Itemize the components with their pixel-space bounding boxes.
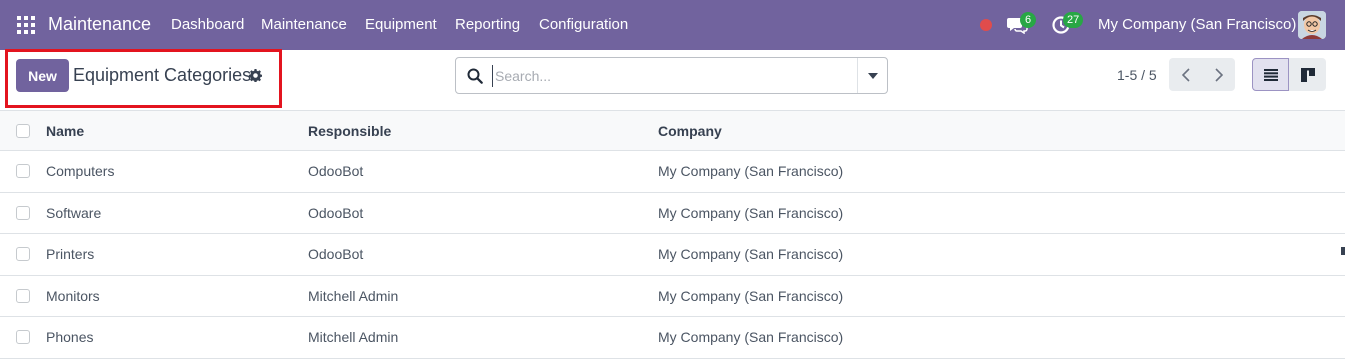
cell-responsible: Mitchell Admin (308, 329, 399, 346)
row-checkbox[interactable] (16, 164, 30, 178)
table-row[interactable]: Monitors Mitchell Admin My Company (San … (0, 275, 1345, 318)
menu-maintenance[interactable]: Maintenance (261, 16, 347, 33)
messages-badge: 6 (1020, 12, 1036, 28)
table-row[interactable]: Software OdooBot My Company (San Francis… (0, 192, 1345, 235)
table-row[interactable]: Printers OdooBot My Company (San Francis… (0, 234, 1345, 276)
list-view-button[interactable] (1252, 58, 1289, 91)
activities-badge: 27 (1063, 12, 1084, 28)
row-checkbox[interactable] (16, 205, 30, 220)
cell-company: My Company (San Francisco) (658, 287, 844, 304)
cell-company: My Company (San Francisco) (658, 163, 844, 179)
avatar-face-icon (1298, 11, 1326, 39)
gear-icon[interactable] (249, 69, 262, 82)
equipment-categories-table: Name Responsible Company Computers OdooB… (0, 110, 1345, 359)
user-avatar[interactable] (1298, 11, 1326, 39)
menu-equipment[interactable]: Equipment (365, 16, 437, 33)
chevron-left-icon (1181, 67, 1190, 82)
column-header-name[interactable]: Name (46, 123, 84, 139)
column-header-company[interactable]: Company (658, 123, 722, 139)
new-button[interactable]: New (16, 59, 69, 92)
caret-down-icon (867, 72, 878, 79)
cell-name: Phones (46, 329, 94, 346)
cell-company: My Company (San Francisco) (658, 329, 844, 346)
search-bar (455, 57, 888, 94)
record-status-dot (980, 19, 992, 31)
top-navbar: Maintenance Dashboard Maintenance Equipm… (0, 0, 1345, 50)
company-switcher[interactable]: My Company (San Francisco) (1098, 16, 1296, 33)
row-checkbox[interactable] (16, 288, 30, 303)
pager-previous-button[interactable] (1169, 58, 1202, 91)
breadcrumb-equipment-categories: Equipment Categories (73, 65, 252, 85)
app-brand[interactable]: Maintenance (48, 14, 151, 35)
menu-reporting[interactable]: Reporting (455, 16, 520, 33)
scroll-edge-marker (1341, 247, 1345, 255)
apps-grid-icon[interactable] (17, 16, 35, 34)
pager-value[interactable]: 1-5 / 5 (1117, 67, 1157, 83)
kanban-view-icon (1300, 67, 1315, 82)
chevron-right-icon (1214, 67, 1223, 82)
kanban-view-button[interactable] (1289, 58, 1326, 91)
cell-responsible: OdooBot (308, 163, 364, 179)
search-input[interactable] (492, 65, 852, 87)
table-row[interactable]: Phones Mitchell Admin My Company (San Fr… (0, 317, 1345, 359)
list-view-icon (1263, 68, 1278, 81)
cell-name: Computers (46, 163, 115, 179)
menu-configuration[interactable]: Configuration (539, 16, 628, 33)
cell-responsible: Mitchell Admin (308, 287, 399, 304)
cell-responsible: OdooBot (308, 204, 364, 221)
pager-next-button[interactable] (1202, 58, 1235, 91)
menu-dashboard[interactable]: Dashboard (171, 16, 244, 33)
row-checkbox[interactable] (16, 247, 30, 262)
select-all-checkbox[interactable] (16, 124, 30, 138)
column-header-responsible[interactable]: Responsible (308, 123, 391, 139)
cell-name: Printers (46, 246, 95, 263)
cell-responsible: OdooBot (308, 246, 364, 263)
search-icon (467, 68, 483, 84)
search-options-toggle[interactable] (857, 58, 887, 93)
cell-company: My Company (San Francisco) (658, 204, 844, 221)
cell-name: Monitors (46, 287, 100, 304)
cell-name: Software (46, 204, 102, 221)
table-row[interactable]: Computers OdooBot My Company (San Franci… (0, 151, 1345, 193)
cell-company: My Company (San Francisco) (658, 246, 844, 263)
table-header: Name Responsible Company (0, 110, 1345, 151)
row-checkbox[interactable] (16, 330, 30, 345)
